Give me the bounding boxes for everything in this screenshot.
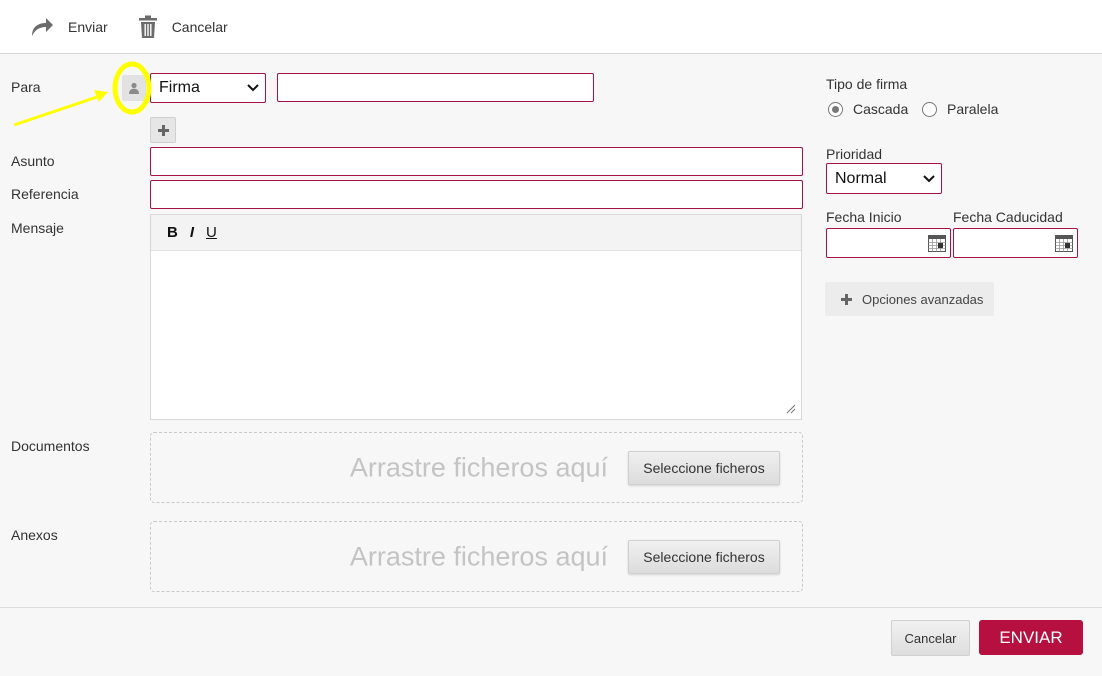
send-toolbar-label: Enviar [68, 18, 108, 35]
reference-label: Referencia [11, 186, 79, 202]
recipient-type-value: Firma [159, 79, 200, 96]
message-editor: B I U [150, 214, 802, 420]
message-label: Mensaje [11, 220, 64, 236]
reference-input[interactable] [150, 180, 803, 209]
to-label: Para [11, 79, 41, 95]
attachments-dropzone[interactable]: Arrastre ficheros aquí Seleccione ficher… [150, 521, 803, 592]
parallel-radio[interactable] [922, 101, 937, 117]
documents-drop-text: Arrastre ficheros aquí [349, 452, 608, 482]
compose-form: Para Firma Asunto Referencia Mensaje B I… [0, 55, 1102, 607]
end-date-input[interactable] [953, 228, 1078, 258]
chevron-down-icon [923, 174, 935, 182]
send-button[interactable]: ENVIAR [979, 620, 1083, 655]
cancel-toolbar-button[interactable]: Cancelar [138, 15, 228, 39]
start-date-input[interactable] [826, 228, 951, 258]
advanced-options-label: Opciones avanzadas [862, 291, 984, 307]
subject-label: Asunto [11, 153, 55, 169]
cascade-label: Cascada [853, 101, 909, 117]
footer-bar: Cancelar ENVIAR [0, 607, 1102, 676]
signature-parallel-option[interactable]: Paralela [922, 101, 998, 117]
parallel-label: Paralela [947, 101, 999, 117]
priority-label: Prioridad [826, 146, 883, 162]
editor-toolbar: B I U [151, 215, 801, 251]
calendar-icon[interactable] [928, 235, 946, 252]
user-icon [129, 82, 139, 94]
documents-select-files-button[interactable]: Seleccione ficheros [628, 450, 780, 485]
trash-icon [138, 15, 157, 38]
signature-type-label: Tipo de firma [826, 76, 908, 92]
underline-button[interactable]: U [206, 224, 217, 241]
plus-icon [157, 124, 169, 136]
cancel-toolbar-label: Cancelar [171, 18, 228, 35]
plus-icon [841, 293, 852, 305]
cancel-button[interactable]: Cancelar [891, 620, 970, 656]
message-textarea[interactable] [156, 253, 796, 414]
advanced-options-button[interactable]: Opciones avanzadas [825, 282, 994, 316]
resize-handle-icon[interactable] [786, 404, 796, 414]
start-date-label: Fecha Inicio [826, 209, 902, 225]
cascade-radio[interactable] [828, 101, 843, 117]
send-toolbar-button[interactable]: Enviar [28, 16, 108, 38]
attachments-select-files-button[interactable]: Seleccione ficheros [628, 539, 780, 574]
priority-select[interactable]: Normal [826, 163, 942, 194]
italic-button[interactable]: I [190, 224, 194, 241]
documents-label: Documentos [11, 438, 90, 454]
documents-dropzone[interactable]: Arrastre ficheros aquí Seleccione ficher… [150, 432, 803, 503]
address-book-button[interactable] [122, 75, 146, 101]
signature-cascade-option[interactable]: Cascada [828, 101, 908, 117]
subject-input[interactable] [150, 147, 803, 176]
end-date-label: Fecha Caducidad [953, 209, 1063, 225]
top-toolbar: Enviar Cancelar [0, 0, 1102, 54]
recipient-type-select[interactable]: Firma [150, 73, 266, 103]
add-recipient-button[interactable] [150, 117, 176, 143]
calendar-icon[interactable] [1055, 235, 1073, 252]
chevron-down-icon [247, 84, 259, 92]
forward-arrow-icon [32, 17, 53, 36]
priority-value: Normal [835, 169, 887, 187]
attachments-drop-text: Arrastre ficheros aquí [349, 541, 608, 571]
recipient-input[interactable] [277, 73, 594, 102]
attachments-label: Anexos [11, 527, 58, 543]
bold-button[interactable]: B [167, 224, 178, 241]
